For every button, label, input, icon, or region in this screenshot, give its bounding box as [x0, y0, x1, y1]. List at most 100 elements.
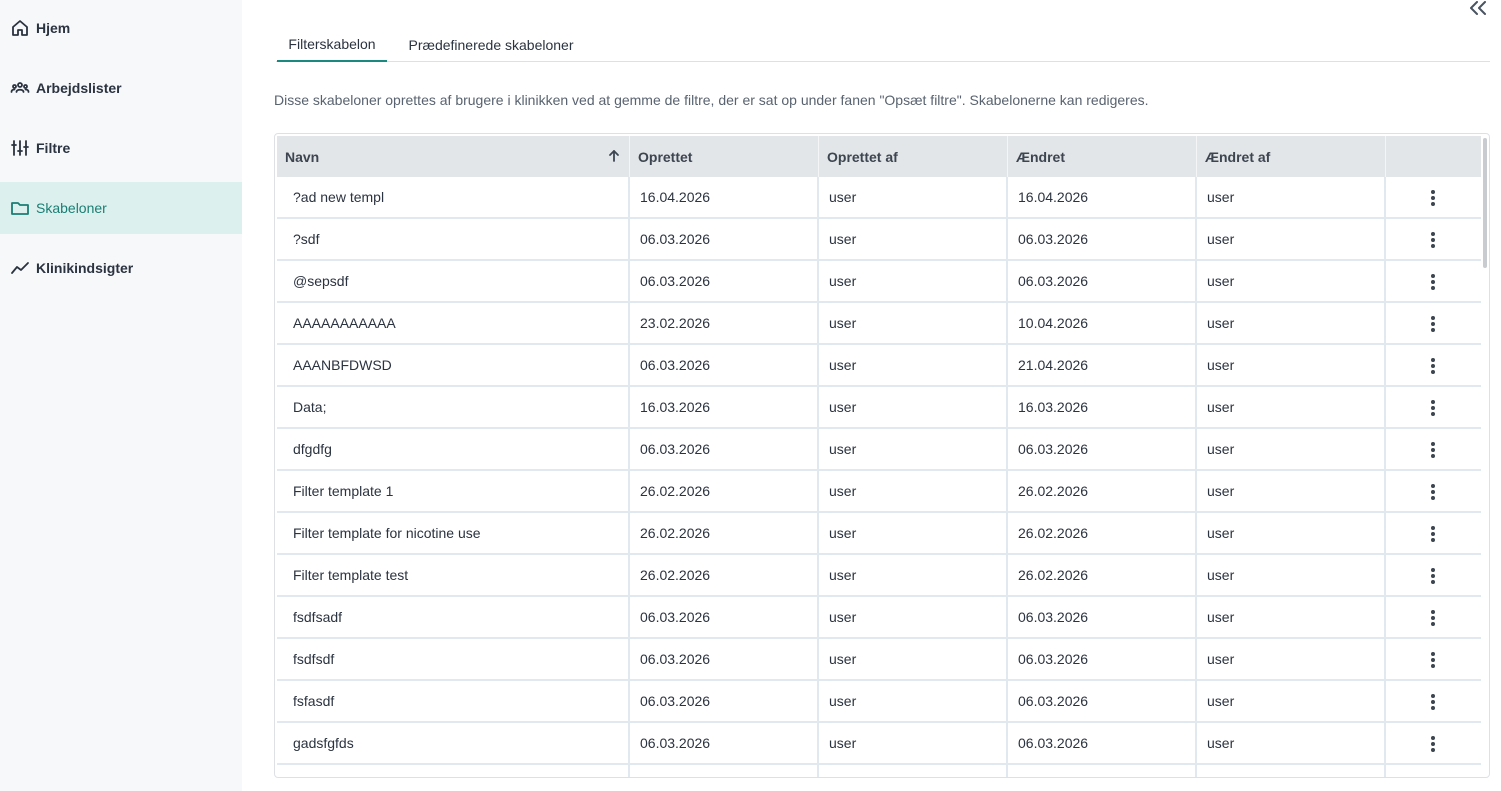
- column-header-actions: [1386, 136, 1481, 177]
- cell-oprettet-af: user: [819, 723, 1008, 763]
- sidebar-item-filtre[interactable]: Filtre: [0, 122, 242, 174]
- table-row[interactable]: ?sdf 06.03.2026 user 06.03.2026 user: [277, 219, 1481, 261]
- cell-aendret: 26.02.2026: [1008, 513, 1197, 553]
- users-icon: [10, 78, 30, 98]
- cell-aendret-af: user: [1197, 219, 1386, 259]
- more-vertical-icon: [1431, 316, 1435, 332]
- more-vertical-icon: [1431, 484, 1435, 500]
- cell-aendret: [1008, 765, 1197, 777]
- collapse-button[interactable]: [1466, 0, 1490, 16]
- table-row[interactable]: fsdfsadf 06.03.2026 user 06.03.2026 user: [277, 597, 1481, 639]
- more-vertical-icon: [1431, 610, 1435, 626]
- cell-oprettet: 06.03.2026: [630, 639, 819, 679]
- cell-aendret-af: user: [1197, 345, 1386, 385]
- row-actions-button[interactable]: [1421, 480, 1445, 504]
- description-text: Disse skabeloner oprettes af brugere i k…: [274, 92, 1149, 108]
- cell-aendret-af: user: [1197, 723, 1386, 763]
- templates-table: Navn Oprettet Oprettet af Ændret Ændret …: [274, 133, 1490, 778]
- cell-aendret-af: [1197, 765, 1386, 777]
- cell-oprettet: 06.03.2026: [630, 681, 819, 721]
- cell-aendret: 06.03.2026: [1008, 429, 1197, 469]
- trend-icon: [10, 258, 30, 278]
- row-actions-button[interactable]: [1421, 186, 1445, 210]
- cell-aendret: 16.03.2026: [1008, 387, 1197, 427]
- row-actions-button[interactable]: [1421, 438, 1445, 462]
- row-actions-button[interactable]: [1421, 648, 1445, 672]
- row-actions-button[interactable]: [1421, 354, 1445, 378]
- column-header-navn[interactable]: Navn: [277, 136, 630, 177]
- vertical-scrollbar[interactable]: [1483, 138, 1487, 268]
- more-vertical-icon: [1431, 568, 1435, 584]
- row-actions-button[interactable]: [1421, 396, 1445, 420]
- row-actions-button[interactable]: [1421, 690, 1445, 714]
- cell-aendret: 26.02.2026: [1008, 471, 1197, 511]
- cell-aendret-af: user: [1197, 177, 1386, 217]
- sidebar-item-hjem[interactable]: Hjem: [0, 2, 242, 54]
- table-row[interactable]: dfgdfg 06.03.2026 user 06.03.2026 user: [277, 429, 1481, 471]
- column-header-oprettet[interactable]: Oprettet: [630, 136, 819, 177]
- table-body: ?ad new templ 16.04.2026 user 16.04.2026 use…: [277, 177, 1481, 777]
- sidebar-item-skabeloner[interactable]: Skabeloner: [0, 182, 242, 234]
- cell-aendret-af: user: [1197, 261, 1386, 301]
- table-row[interactable]: AAAAAAAAAAA 23.02.2026 user 10.04.2026 user: [277, 303, 1481, 345]
- cell-oprettet-af: [819, 765, 1008, 777]
- row-actions-button[interactable]: [1421, 732, 1445, 756]
- cell-aendret-af: user: [1197, 555, 1386, 595]
- column-header-oprettet-af[interactable]: Oprettet af: [819, 136, 1008, 177]
- table-row[interactable]: @sepsdf 06.03.2026 user 06.03.2026 user: [277, 261, 1481, 303]
- cell-aendret: 06.03.2026: [1008, 681, 1197, 721]
- sidebar-item-klinikindsigter[interactable]: Klinikindsigter: [0, 242, 242, 294]
- table-row[interactable]: gadsfgfds 06.03.2026 user 06.03.2026 user: [277, 723, 1481, 765]
- more-vertical-icon: [1431, 694, 1435, 710]
- table-row[interactable]: Data; 16.03.2026 user 16.03.2026 user: [277, 387, 1481, 429]
- tab-praedefinerede-skabeloner[interactable]: Prædefinerede skabeloner: [396, 28, 586, 62]
- row-actions-button[interactable]: [1421, 270, 1445, 294]
- cell-aendret: 06.03.2026: [1008, 597, 1197, 637]
- column-header-aendret[interactable]: Ændret: [1008, 136, 1197, 177]
- more-vertical-icon: [1431, 274, 1435, 290]
- cell-navn: Filter template test: [277, 555, 630, 595]
- sort-ascending-icon[interactable]: [607, 149, 621, 163]
- row-actions-button[interactable]: [1421, 522, 1445, 546]
- cell-oprettet-af: user: [819, 387, 1008, 427]
- table-row[interactable]: Filter template 1 26.02.2026 user 26.02.202…: [277, 471, 1481, 513]
- column-header-aendret-af[interactable]: Ændret af: [1197, 136, 1386, 177]
- row-actions-button[interactable]: [1421, 606, 1445, 630]
- cell-oprettet: 06.03.2026: [630, 345, 819, 385]
- table-row[interactable]: Filter template for nicotine use 26.02.20…: [277, 513, 1481, 555]
- cell-aendret-af: user: [1197, 387, 1386, 427]
- cell-aendret-af: user: [1197, 513, 1386, 553]
- cell-navn: Data;: [277, 387, 630, 427]
- cell-navn: Filter template for nicotine use: [277, 513, 630, 553]
- cell-oprettet: 26.02.2026: [630, 555, 819, 595]
- table-row[interactable]: fsdfsdf 06.03.2026 user 06.03.2026 user: [277, 639, 1481, 681]
- cell-oprettet: 26.02.2026: [630, 513, 819, 553]
- table-row[interactable]: ?ad new templ 16.04.2026 user 16.04.2026 use…: [277, 177, 1481, 219]
- sidebar-item-label: Arbejdslister: [36, 80, 122, 96]
- cell-navn: dfgdfg: [277, 429, 630, 469]
- row-actions-button[interactable]: [1421, 564, 1445, 588]
- cell-navn: fsdfsadf: [277, 597, 630, 637]
- home-icon: [10, 18, 30, 38]
- cell-navn: fsfasdf: [277, 681, 630, 721]
- tab-filterskabelon[interactable]: Filterskabelon: [277, 28, 387, 62]
- table-row[interactable]: AAANBFDWSD 06.03.2026 user 21.04.2026 user: [277, 345, 1481, 387]
- folder-icon: [10, 198, 30, 218]
- column-header-label: Navn: [285, 148, 320, 165]
- cell-navn: fsdfsdf: [277, 639, 630, 679]
- sidebar-item-label: Hjem: [36, 20, 71, 36]
- sidebar-item-arbejdslister[interactable]: Arbejdslister: [0, 62, 242, 114]
- table-header: Navn Oprettet Oprettet af Ændret Ændret …: [277, 136, 1481, 177]
- row-actions-button[interactable]: [1421, 312, 1445, 336]
- table-row[interactable]: fsfasdf 06.03.2026 user 06.03.2026 user: [277, 681, 1481, 723]
- row-actions-button[interactable]: [1421, 228, 1445, 252]
- more-vertical-icon: [1431, 442, 1435, 458]
- cell-aendret: 26.02.2026: [1008, 555, 1197, 595]
- more-vertical-icon: [1431, 190, 1435, 206]
- sidebar-item-label: Klinikindsigter: [36, 260, 134, 276]
- cell-oprettet: 06.03.2026: [630, 723, 819, 763]
- table-row[interactable]: [277, 765, 1481, 777]
- cell-oprettet: 06.03.2026: [630, 597, 819, 637]
- table-row[interactable]: Filter template test 26.02.2026 user 26.02.…: [277, 555, 1481, 597]
- cell-navn: AAANBFDWSD: [277, 345, 630, 385]
